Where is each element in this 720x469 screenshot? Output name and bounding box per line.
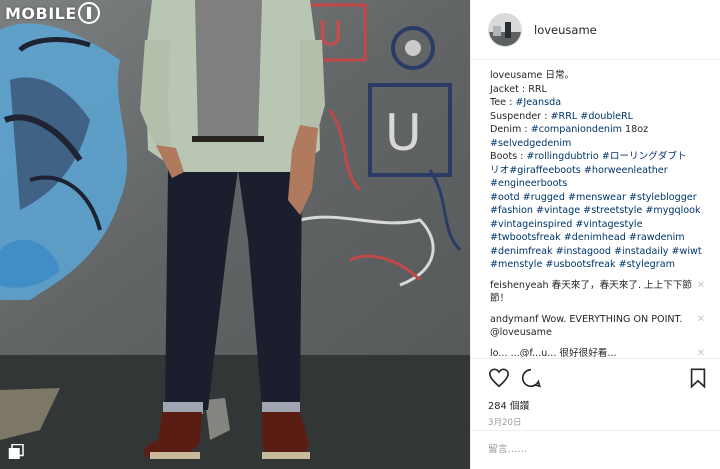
- hashtag-link[interactable]: #fashion #vintage #streetstyle #mygqlook: [490, 205, 701, 216]
- post-photo[interactable]: U U MOBILE: [0, 0, 470, 469]
- post-header: loveusame: [471, 0, 720, 60]
- caption-line: #twbootsfreak #denimhead #rawdenim: [490, 231, 709, 245]
- comment-item: andymanf Wow. EVERYTHING ON POINT. @love…: [490, 313, 709, 340]
- hashtag-link[interactable]: #giraffeeboots #horweenleather: [509, 165, 667, 176]
- caption: loveusame 日常。 Jacket : RRL Tee : #Jeansda S…: [490, 69, 709, 272]
- photo-illustration: U U: [0, 0, 470, 469]
- comment-text: ...@f...u... 很好很好看...: [510, 347, 617, 358]
- hashtag-link[interactable]: #RRL #doubleRL: [551, 111, 634, 122]
- bookmark-icon[interactable]: [687, 367, 709, 389]
- caption-username[interactable]: loveusame: [490, 70, 545, 81]
- caption-line: #vintageinspired #vintagestyle: [490, 218, 709, 232]
- close-icon[interactable]: ✕: [697, 313, 705, 327]
- avatar[interactable]: [488, 12, 522, 47]
- caption-text: Jacket : RRL: [490, 83, 547, 95]
- caption-line: #selvedgedenim: [490, 137, 709, 151]
- caption-text: 日常。: [545, 70, 575, 81]
- post-sidebar: loveusame loveusame 日常。 Jacket : RRL Tee :…: [470, 0, 720, 469]
- caption-line: リオ#giraffeeboots #horweenleather: [490, 164, 709, 178]
- caption-line: #engineerboots: [490, 177, 709, 191]
- comment-item: lo... ...@f...u... 很好很好看... ✕: [490, 347, 709, 358]
- comments-list[interactable]: loveusame 日常。 Jacket : RRL Tee : #Jeansda S…: [471, 69, 720, 357]
- caption-text: 18oz: [622, 124, 649, 135]
- close-icon[interactable]: ✕: [697, 279, 705, 293]
- caption-line: #ootd #rugged #menswear #styleblogger: [490, 191, 709, 205]
- caption-line: #fashion #vintage #streetstyle #mygqlook: [490, 204, 709, 218]
- comment-username[interactable]: feishenyeah: [490, 280, 552, 291]
- comment-username[interactable]: andymanf: [490, 314, 541, 325]
- caption-line: Boots : #rollingdubtrio #ローリングダブト: [490, 150, 709, 164]
- post-date: 3月20日: [488, 418, 522, 428]
- hashtag-link[interactable]: #Jeansda: [515, 97, 561, 108]
- caption-line: #menstyle #usbootsfreak #stylegram: [490, 258, 709, 272]
- watermark-circle-icon: [77, 2, 100, 24]
- caption-line: loveusame 日常。: [490, 69, 709, 83]
- caption-text: Denim :: [490, 124, 531, 135]
- comment-username[interactable]: lo...: [490, 348, 511, 358]
- caption-text: Suspender :: [490, 110, 551, 122]
- caption-line: Jacket : RRL: [490, 83, 709, 97]
- hashtag-link[interactable]: #ootd #rugged #menswear #styleblogger: [490, 192, 697, 203]
- caption-line: #denimfreak #instagood #instadaily #wiwt: [490, 245, 709, 259]
- hashtag-link[interactable]: リオ: [490, 165, 509, 176]
- header-username[interactable]: loveusame: [534, 23, 597, 37]
- hashtag-link[interactable]: #menstyle #usbootsfreak #stylegram: [490, 259, 675, 270]
- hashtag-link[interactable]: #engineerboots: [490, 178, 567, 189]
- hashtag-link[interactable]: #twbootsfreak #denimhead #rawdenim: [490, 232, 685, 243]
- hashtag-link[interactable]: #denimfreak #instagood #instadaily #wiwt: [490, 246, 702, 257]
- hashtag-link[interactable]: #companiondenim: [531, 124, 622, 135]
- heart-icon[interactable]: [488, 367, 510, 389]
- watermark-logo: MOBILE: [5, 2, 100, 24]
- hashtag-link[interactable]: #vintageinspired #vintagestyle: [490, 219, 642, 230]
- action-bar: 284 個讚 3月20日: [471, 358, 720, 428]
- watermark-text: MOBILE: [5, 3, 77, 23]
- caption-line: Denim : #companiondenim 18oz: [490, 123, 709, 137]
- multiple-photos-icon: [8, 443, 24, 460]
- close-icon[interactable]: ✕: [697, 347, 705, 358]
- caption-text: Boots :: [490, 151, 527, 162]
- hashtag-link[interactable]: #selvedgedenim: [490, 138, 571, 149]
- comment-icon[interactable]: [520, 367, 542, 389]
- add-comment-input[interactable]: 留言……: [471, 430, 720, 469]
- caption-text: Tee :: [490, 97, 516, 108]
- hashtag-link[interactable]: #rollingdubtrio #ローリングダブト: [526, 151, 686, 162]
- svg-text:U: U: [385, 104, 422, 162]
- caption-line: Tee : #Jeansda: [490, 96, 709, 110]
- likes-count[interactable]: 284 個讚: [488, 398, 709, 412]
- comment-item: feishenyeah 春天來了，春天來了. 上上下下節節！ ✕: [490, 279, 709, 306]
- caption-line: Suspender : #RRL #doubleRL: [490, 110, 709, 124]
